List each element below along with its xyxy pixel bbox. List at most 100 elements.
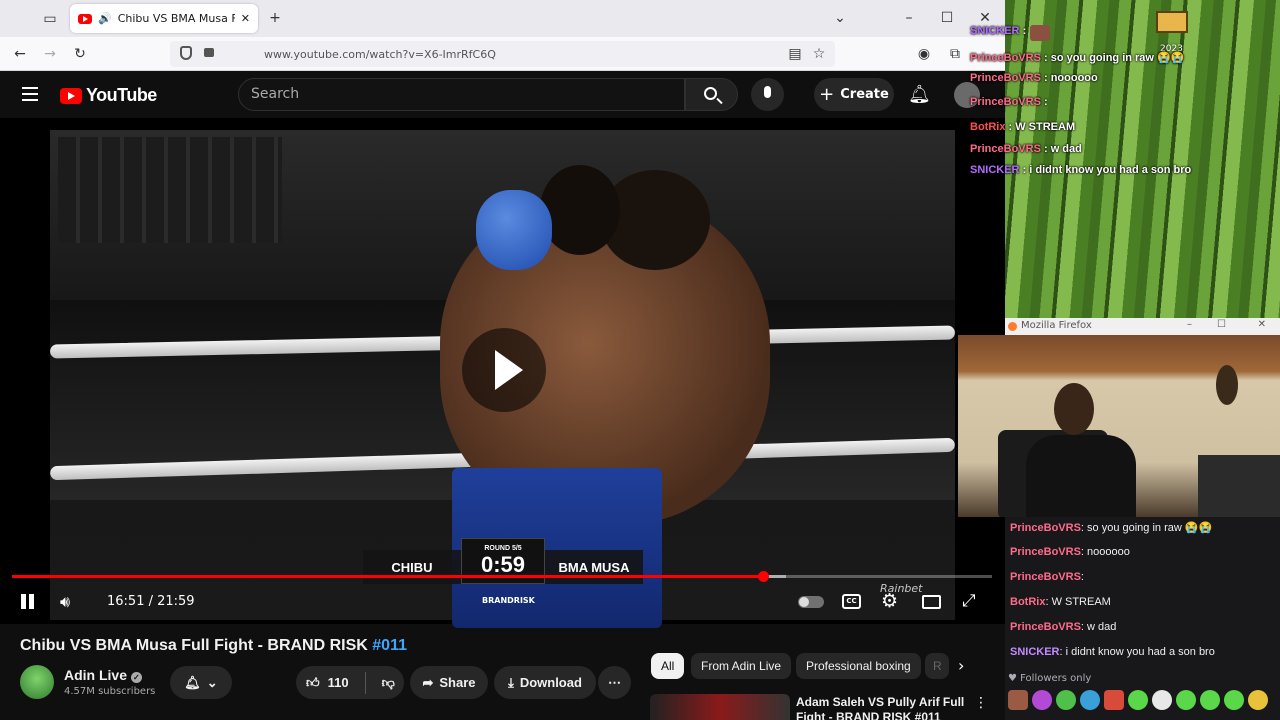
chat-message: PrinceBoVRS: w dad [1010,621,1116,633]
play-button[interactable] [462,328,546,412]
overlay-chat-line: SNICKER : [970,25,1026,37]
youtube-logo-icon [60,87,82,104]
overlay-chat-message: : w dad [1040,143,1082,155]
overlay-chat-message: : [1040,96,1048,108]
firefox-icon [1008,322,1017,331]
search-icon [704,87,717,100]
heart-icon: ♥ [1008,673,1017,684]
tracking-shield-icon[interactable] [180,46,192,60]
recommended-menu-icon[interactable]: ⋮ [974,695,988,711]
overlay-chat-message: : i didnt know you had a son bro [1019,164,1192,176]
chat-username[interactable]: PrinceBoVRS [1010,546,1081,558]
chat-username[interactable]: PrinceBoVRS [1010,522,1081,534]
webcam-feed [958,335,1280,517]
chat-message-text: : w dad [1080,621,1117,633]
plus-icon: + [819,84,835,105]
volume-icon[interactable]: 🔊︎ [60,592,70,612]
minimize-window-button[interactable]: – [895,4,923,32]
brand-logo: BRANDRISK [482,596,535,605]
close-icon[interactable]: ✕ [1258,319,1266,330]
like-button[interactable]: 👍︎ 110 [306,675,349,691]
create-button[interactable]: + Create [814,78,894,111]
hashtag-link[interactable]: #011 [372,637,407,654]
miniplayer-icon[interactable] [922,595,941,609]
chat-message: PrinceBoVRS: so you going in raw 😭😭 [1010,521,1212,534]
emote-bar[interactable] [1006,690,1280,714]
chat-message-text: : W STREAM [1045,596,1111,608]
share-button[interactable]: ➦ Share [410,666,488,699]
fullscreen-icon[interactable]: ⤢ [962,591,976,611]
thumbs-down-icon[interactable]: 👎︎ [382,675,395,691]
more-actions-button[interactable]: ⋯ [598,666,631,699]
channel-name[interactable]: Adin Live ✓ [64,667,142,683]
overlay-chat-message: : [1019,25,1027,37]
chat-username[interactable]: SNICKER [1010,646,1060,658]
url-bar[interactable]: www.youtube.com/watch?v=X6-ImrRfC6Q [170,41,835,67]
captions-icon[interactable]: CC [842,594,861,609]
chat-message-text: : i didnt know you had a son bro [1059,646,1215,658]
close-tab-icon[interactable]: ✕ [241,12,250,25]
chat-message: BotRix: W STREAM [1010,596,1111,608]
firefox-window-titlebar: Mozilla Firefox – ☐ ✕ [1005,318,1280,335]
overlay-chat-username: SNICKER [970,164,1020,176]
search-input[interactable]: Search [238,78,685,111]
overlay-chat-message: : so you going in raw 😭😭 [1040,52,1185,64]
forward-icon[interactable]: → [36,40,64,68]
recommended-thumbnail[interactable] [650,694,790,720]
video-title: Chibu VS BMA Musa Full Fight - BRAND RIS… [20,637,407,654]
overlay-chat-message: : noooooo [1040,72,1098,84]
reload-icon[interactable]: ↻ [66,40,94,68]
verified-icon: ✓ [130,672,142,683]
progress-scrubber[interactable] [757,571,769,582]
rainbet-watermark: Rainbet [880,582,923,595]
search-button[interactable] [685,78,738,111]
fighter-right-name: BMA MUSA [558,559,630,575]
account-icon[interactable]: ◉ [910,40,938,68]
bookmark-star-icon[interactable]: ☆ [805,40,833,68]
channel-avatar[interactable] [20,665,54,699]
tab-list-icon[interactable]: ▭ [36,5,64,33]
overlay-chat-username: PrinceBoVRS [970,96,1041,108]
chip-professional-boxing[interactable]: Professional boxing [796,653,921,679]
maximize-icon[interactable]: ☐ [1217,319,1226,330]
round-clock-value: 0:59 [480,551,526,577]
chat-username[interactable]: PrinceBoVRS [1010,571,1081,583]
autoplay-toggle[interactable] [798,596,824,608]
chat-message-text: : [1080,571,1084,583]
extensions-icon[interactable]: ⧉ [941,40,969,68]
opponent-head [540,165,620,255]
chip-next[interactable]: R [925,653,949,679]
chip-all[interactable]: All [651,653,685,679]
chat-username[interactable]: PrinceBoVRS [1010,621,1081,633]
overlay-chat-line: SNICKER : i didnt know you had a son bro [970,164,1191,176]
tab-overflow-chevron-icon[interactable]: ⌄ [826,4,854,32]
chips-next-chevron-icon[interactable]: › [958,656,964,675]
youtube-logo[interactable]: YouTube [60,85,157,106]
notifications-bell-icon[interactable]: 🔔︎ [908,84,931,105]
maximize-window-button[interactable]: ☐ [933,4,961,32]
back-icon[interactable]: ← [6,40,34,68]
lock-icon[interactable] [204,48,214,57]
download-button[interactable]: ⤓ Download [494,666,596,699]
overlay-chat-username: SNICKER [970,25,1020,37]
chat-message-text: : noooooo [1080,546,1130,558]
chat-mode-label: ♥ Followers only [1008,673,1092,684]
overlay-chat-username: PrinceBoVRS [970,72,1041,84]
new-tab-button[interactable]: + [261,4,289,32]
subscribed-button[interactable]: 🔔︎ ⌄ [170,666,232,699]
recommended-title[interactable]: Adam Saleh VS Pully Arif Full Fight - BR… [796,695,964,720]
browser-tab-active[interactable]: 🔊 Chibu VS BMA Musa Full Fi ✕ [70,4,258,33]
overlay-chat-line: PrinceBoVRS : so you going in raw 😭😭 [970,51,1184,64]
minimize-icon[interactable]: – [1187,319,1192,330]
wall-plate [1216,365,1238,405]
chat-username[interactable]: BotRix [1010,596,1045,608]
blue-glove [476,190,552,270]
subscriber-count: 4.57M subscribers [64,686,156,697]
menu-icon[interactable] [22,87,38,101]
microphone-icon [764,86,771,98]
chat-message-text: : so you going in raw 😭😭 [1080,522,1213,534]
pause-icon[interactable] [21,594,26,609]
voice-search-button[interactable] [751,78,784,111]
chevron-down-icon: ⌄ [206,674,218,690]
chip-from-channel[interactable]: From Adin Live [691,653,792,679]
